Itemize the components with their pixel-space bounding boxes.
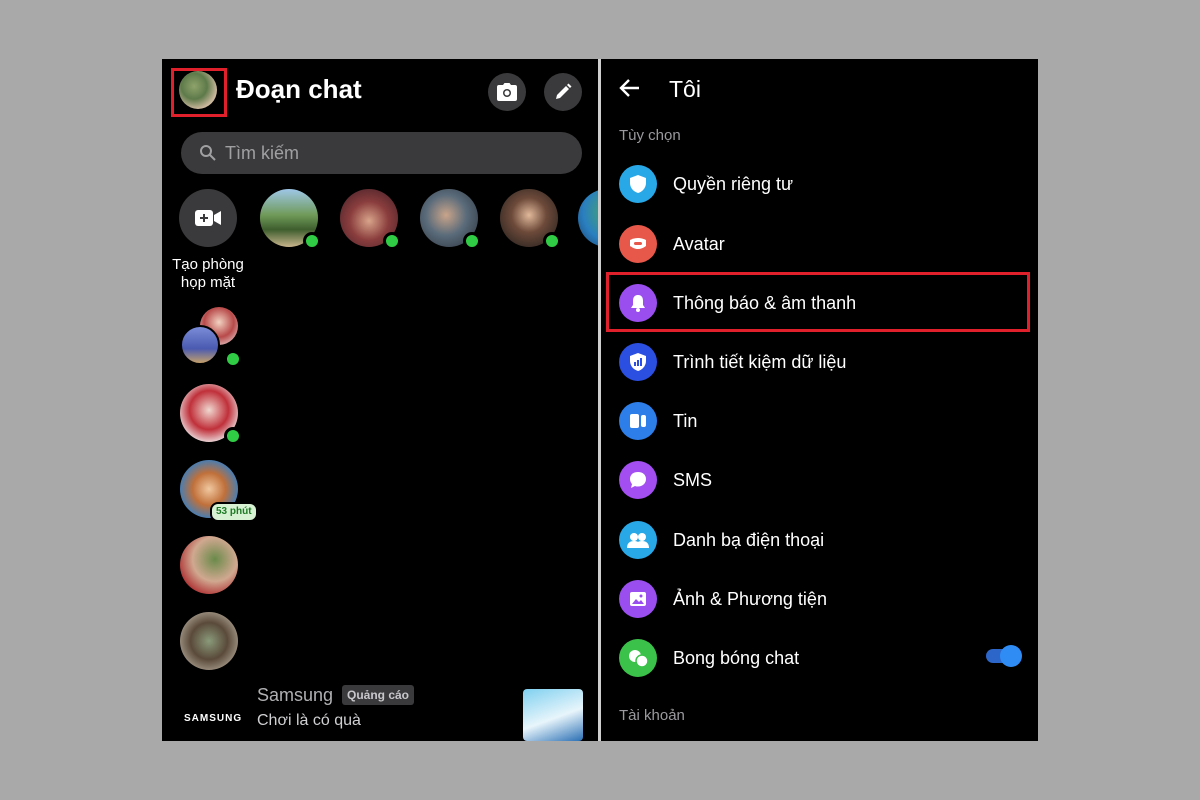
avatar-icon [619,225,657,263]
profile-avatar[interactable] [179,71,217,109]
online-indicator [383,232,401,250]
group-member-avatar [180,325,220,365]
create-room-label-line1: Tạo phòng [172,256,244,273]
contacts-icon [619,521,657,559]
chat-heads-icon [619,639,657,677]
search-placeholder: Tìm kiếm [225,142,299,163]
ad-tag: Quảng cáo [342,685,415,705]
online-indicator [303,232,321,250]
camera-icon [497,83,517,101]
menu-item-label: Trình tiết kiệm dữ liệu [673,351,847,372]
menu-item-notifications[interactable]: Thông báo & âm thanh [601,275,1038,331]
camera-button[interactable] [488,73,526,111]
search-input[interactable]: Tìm kiếm [181,132,582,174]
menu-item-photos-media[interactable]: Ảnh & Phương tiện [601,571,1038,627]
ad-sponsor-name[interactable]: Samsung [257,685,333,706]
active-user-avatar[interactable] [578,189,598,247]
menu-item-label: Avatar [673,233,725,254]
page-title: Đoạn chat [236,74,362,104]
stories-icon [619,402,657,440]
menu-item-label: Thông báo & âm thanh [673,292,857,313]
online-indicator [543,232,561,250]
create-room-label-line2: họp mặt [180,274,236,291]
menu-item-avatar[interactable]: Avatar [601,216,1038,272]
me-screen: Tôi Tùy chọn Quyền riêng tư Avatar Thông… [601,59,1038,741]
shield-icon [619,165,657,203]
create-room-button[interactable] [179,189,237,247]
section-account-label: Tài khoản [619,707,685,724]
menu-item-label: SMS [673,469,713,490]
photo-icon [619,580,657,618]
new-message-button[interactable] [544,73,582,111]
menu-item-phone-contacts[interactable]: Danh bạ điện thoại [601,512,1038,568]
chat-bubble-icon [619,461,657,499]
data-saver-icon [619,343,657,381]
menu-item-chat-heads[interactable]: Bong bóng chat [601,630,1038,686]
chats-screen: Đoạn chat Tìm kiếm Tạo phòng họp mặt 53 … [162,59,598,741]
bell-icon [619,284,657,322]
create-room-label: Tạo phòng họp mặt [168,256,248,292]
active-time-badge: 53 phút [210,502,258,522]
online-indicator [224,427,242,445]
menu-item-label: Tin [673,410,698,431]
ad-thumbnail[interactable] [523,689,583,741]
back-arrow-icon[interactable] [619,77,641,99]
menu-item-label: Bong bóng chat [673,647,800,668]
menu-item-label: Ảnh & Phương tiện [673,588,827,609]
ad-subtitle: Chơi là có quà [257,712,361,729]
search-icon [200,145,216,161]
online-indicator [463,232,481,250]
pencil-icon [556,83,572,99]
menu-item-privacy[interactable]: Quyền riêng tư [601,156,1038,212]
menu-item-sms[interactable]: SMS [601,452,1038,508]
menu-item-label: Quyền riêng tư [673,173,794,194]
toggle-knob [1000,645,1022,667]
chat-heads-toggle[interactable] [986,645,1022,667]
samsung-logo: SAMSUNG [184,713,243,724]
online-indicator [224,350,242,368]
menu-item-data-saver[interactable]: Trình tiết kiệm dữ liệu [601,334,1038,390]
chat-avatar[interactable] [180,612,238,670]
menu-item-stories[interactable]: Tin [601,393,1038,449]
video-plus-icon [195,210,221,226]
chat-avatar[interactable] [180,536,238,594]
menu-item-label: Danh bạ điện thoại [673,529,825,550]
section-options-label: Tùy chọn [619,127,681,144]
page-title: Tôi [669,76,701,102]
